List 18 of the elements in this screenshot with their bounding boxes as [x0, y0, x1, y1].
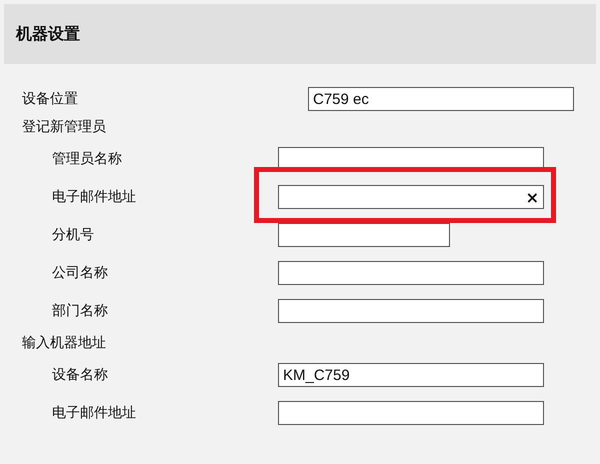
input-field[interactable]: C759 ec	[308, 87, 574, 111]
field-label: 部门名称	[52, 302, 109, 320]
input-field[interactable]	[278, 401, 544, 425]
section-label: 登记新管理员	[22, 118, 107, 136]
field-label: 电子邮件地址	[52, 188, 137, 206]
input-field[interactable]	[278, 223, 450, 247]
field-label: 公司名称	[52, 264, 109, 282]
panel-title: 机器设置	[16, 24, 80, 44]
field-label: 设备位置	[22, 90, 79, 108]
field-label: 分机号	[52, 226, 95, 244]
field-label: 管理员名称	[52, 150, 123, 168]
input-field[interactable]: KM_C759	[278, 363, 544, 387]
input-field[interactable]	[278, 299, 544, 323]
clear-button[interactable]: ×	[526, 188, 539, 206]
input-field[interactable]	[278, 261, 544, 285]
field-label: 电子邮件地址	[52, 404, 137, 422]
section-label: 输入机器地址	[22, 334, 107, 352]
input-field[interactable]: ×	[278, 185, 544, 209]
